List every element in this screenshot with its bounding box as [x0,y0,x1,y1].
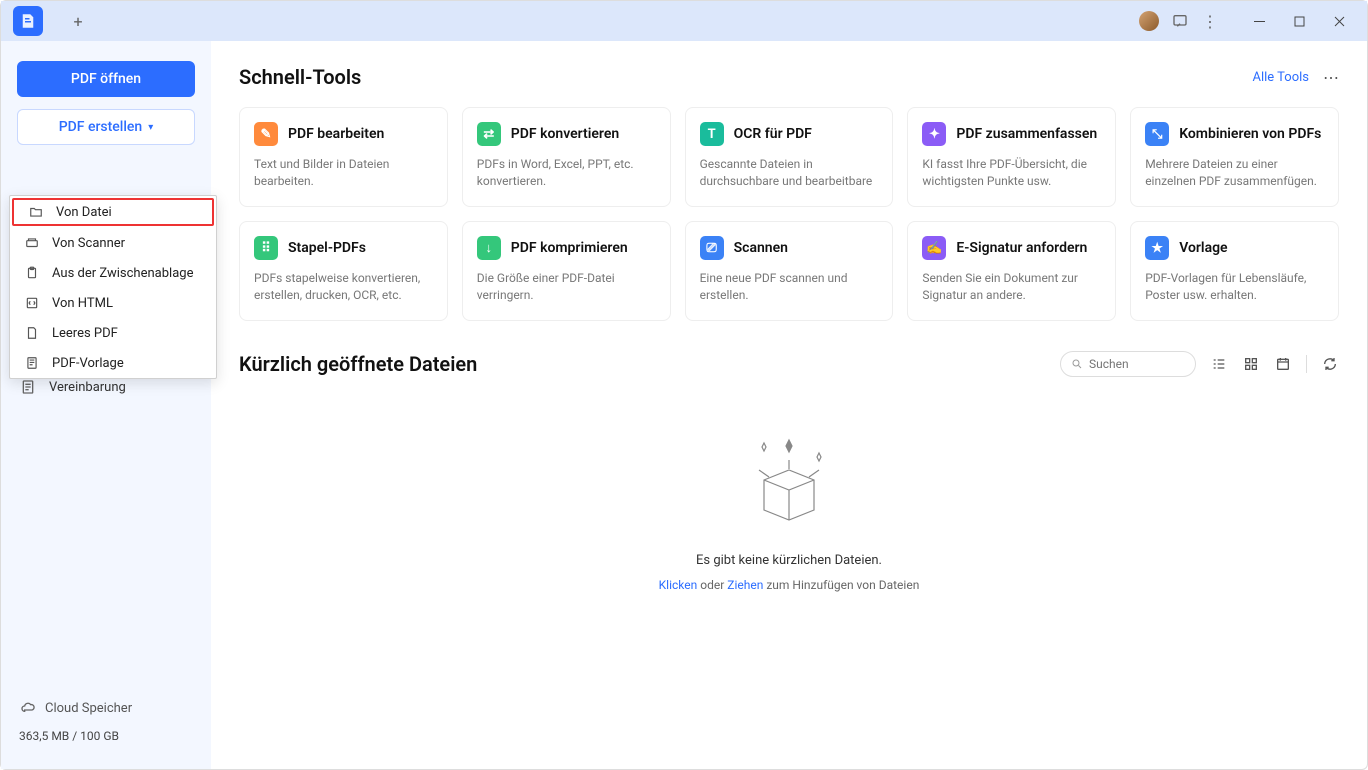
app-logo [13,6,43,36]
clipboard-icon [24,265,40,281]
cloud-upload-icon [19,699,37,717]
quick-tools-title: Schnell-Tools [239,65,361,89]
empty-subtext: Klicken oder Ziehen zum Hinzufügen von D… [659,578,920,592]
tool-icon: ✎ [254,122,278,146]
drag-link[interactable]: Ziehen [727,578,763,592]
tool-icon: ⎚ [700,236,724,260]
document-icon [19,378,37,396]
tool-card[interactable]: ✦ PDF zusammenfassen KI fasst Ihre PDF-Ü… [907,107,1116,207]
tool-card[interactable]: ↓ PDF komprimieren Die Größe einer PDF-D… [462,221,671,321]
maximize-button[interactable] [1279,6,1319,36]
cloud-storage-label: Cloud Speicher [45,701,132,716]
tool-description: KI fasst Ihre PDF-Übersicht, die wichtig… [922,156,1101,190]
tool-title: Kombinieren von PDFs [1179,126,1321,142]
tool-description: PDF-Vorlagen für Lebensläufe, Poster usw… [1145,270,1324,304]
tool-card[interactable]: ⎚ Scannen Eine neue PDF scannen und erst… [685,221,894,321]
tool-card[interactable]: ✎ PDF bearbeiten Text und Bilder in Date… [239,107,448,207]
kebab-icon[interactable]: ⋮ [1201,12,1219,30]
tool-card[interactable]: T OCR für PDF Gescannte Dateien in durch… [685,107,894,207]
create-pdf-label: PDF erstellen [59,119,143,135]
create-pdf-button[interactable]: PDF erstellen ▾ [17,109,195,145]
tool-description: Text und Bilder in Dateien bearbeiten. [254,156,433,190]
click-link[interactable]: Klicken [659,578,698,592]
list-view-icon[interactable] [1210,355,1228,373]
tool-title: E-Signatur anfordern [956,240,1087,256]
cloud-storage-row[interactable]: Cloud Speicher [19,699,193,717]
more-icon[interactable]: ⋯ [1323,68,1339,87]
tool-description: PDFs in Word, Excel, PPT, etc. konvertie… [477,156,656,190]
tool-icon: T [700,122,724,146]
recent-files-title: Kürzlich geöffnete Dateien [239,352,477,376]
dropdown-label: Von Scanner [52,236,125,251]
dropdown-label: PDF-Vorlage [52,356,124,371]
tool-icon: ✦ [922,122,946,146]
tool-description: Mehrere Dateien zu einer einzelnen PDF z… [1145,156,1324,190]
chevron-down-icon: ▾ [148,122,153,133]
dropdown-label: Aus der Zwischenablage [52,266,193,281]
search-input-wrapper[interactable] [1060,351,1196,377]
dropdown-item-from-html[interactable]: Von HTML [10,288,216,318]
tool-card[interactable]: ✍ E-Signatur anfordern Senden Sie ein Do… [907,221,1116,321]
divider [1306,355,1307,373]
empty-state: Es gibt keine kürzlichen Dateien. Klicke… [239,395,1339,592]
tool-title: Scannen [734,240,788,256]
new-tab-button[interactable]: + [63,6,93,36]
html-icon [24,295,40,311]
chat-icon[interactable] [1171,12,1189,30]
tool-card[interactable]: ★ Vorlage PDF-Vorlagen für Lebensläufe, … [1130,221,1339,321]
titlebar: + ⋮ [1,1,1367,41]
tool-description: Gescannte Dateien in durchsuchbare und b… [700,156,879,190]
tool-card[interactable]: ⠿ Stapel-PDFs PDFs stapelweise konvertie… [239,221,448,321]
avatar[interactable] [1139,11,1159,31]
scanner-icon [24,235,40,251]
sidebar: PDF öffnen PDF erstellen ▾ Von Datei Von… [1,41,211,769]
tool-title: PDF bearbeiten [288,126,384,142]
empty-message: Es gibt keine kürzlichen Dateien. [696,553,882,568]
close-button[interactable] [1319,6,1359,36]
dropdown-item-pdf-template[interactable]: PDF-Vorlage [10,348,216,378]
calendar-view-icon[interactable] [1274,355,1292,373]
all-tools-link[interactable]: Alle Tools [1253,70,1310,85]
tool-icon: ⤡ [1145,122,1169,146]
folder-icon [28,204,44,220]
dropdown-item-from-scanner[interactable]: Von Scanner [10,228,216,258]
search-input[interactable] [1089,357,1185,371]
tool-icon: ⇄ [477,122,501,146]
tool-title: Stapel-PDFs [288,240,366,256]
search-icon [1071,355,1083,374]
tool-title: PDF konvertieren [511,126,619,142]
tool-description: PDFs stapelweise konvertieren, erstellen… [254,270,433,304]
tool-description: Senden Sie ein Dokument zur Signatur an … [922,270,1101,304]
blank-page-icon [24,325,40,341]
dropdown-item-from-file[interactable]: Von Datei [12,198,214,226]
dropdown-label: Von Datei [56,205,112,220]
tool-description: Eine neue PDF scannen und erstellen. [700,270,879,304]
grid-view-icon[interactable] [1242,355,1260,373]
tool-title: OCR für PDF [734,126,812,142]
template-icon [24,355,40,371]
tool-title: PDF komprimieren [511,240,628,256]
minimize-button[interactable] [1239,6,1279,36]
open-pdf-button[interactable]: PDF öffnen [17,61,195,97]
main-content: Schnell-Tools Alle Tools ⋯ ✎ PDF bearbei… [211,41,1367,769]
tool-icon: ★ [1145,236,1169,260]
tool-icon: ↓ [477,236,501,260]
dropdown-label: Leeres PDF [52,326,118,341]
tool-description: Die Größe einer PDF-Datei verringern. [477,270,656,304]
tool-title: PDF zusammenfassen [956,126,1097,142]
tool-card[interactable]: ⤡ Kombinieren von PDFs Mehrere Dateien z… [1130,107,1339,207]
tool-card[interactable]: ⇄ PDF konvertieren PDFs in Word, Excel, … [462,107,671,207]
sidebar-item-label: Vereinbarung [49,380,126,395]
create-pdf-dropdown: Von Datei Von Scanner Aus der Zwischenab… [9,195,217,379]
dropdown-item-blank-pdf[interactable]: Leeres PDF [10,318,216,348]
dropdown-item-from-clipboard[interactable]: Aus der Zwischenablage [10,258,216,288]
dropdown-label: Von HTML [52,296,113,311]
storage-quota: 363,5 MB / 100 GB [19,729,193,743]
tool-icon: ✍ [922,236,946,260]
refresh-icon[interactable] [1321,355,1339,373]
tool-icon: ⠿ [254,236,278,260]
tool-title: Vorlage [1179,240,1227,256]
empty-box-illustration [729,425,849,535]
